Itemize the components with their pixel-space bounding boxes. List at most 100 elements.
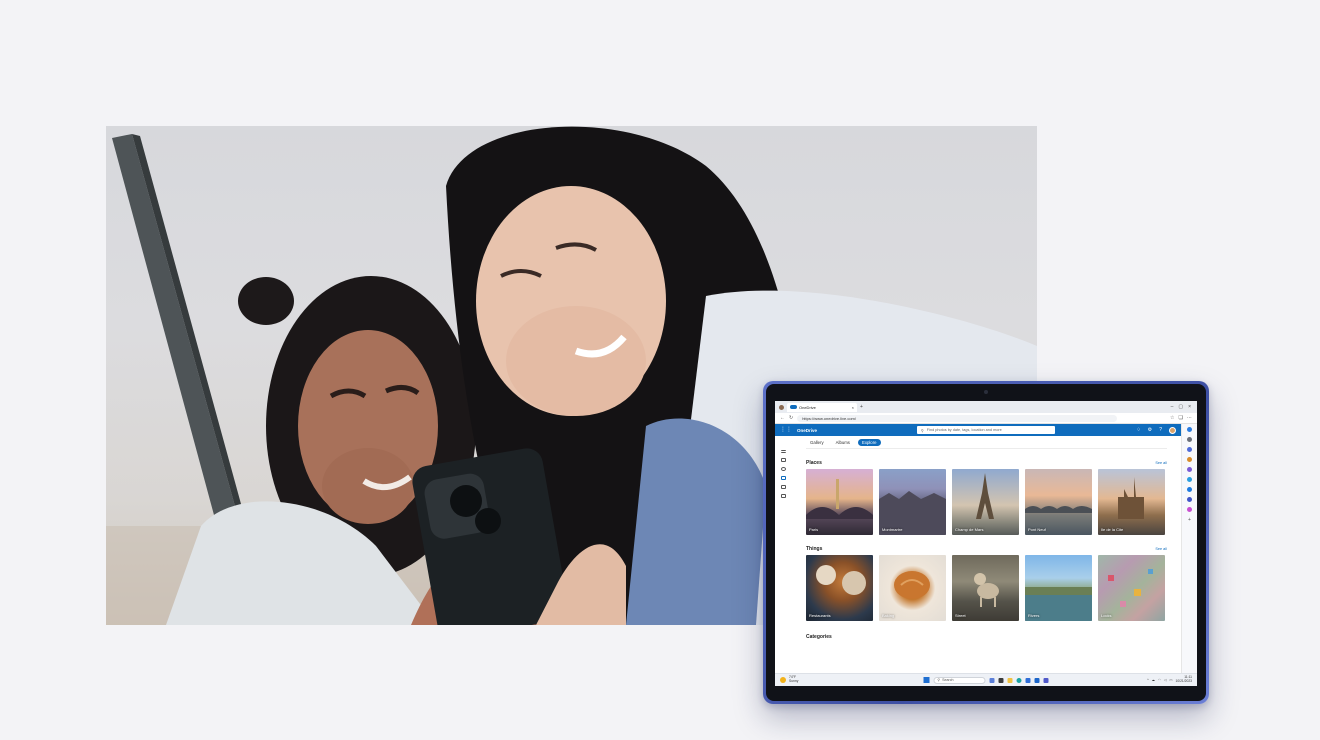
system-tray: ^ ☁ ◠ ◁ ▭ 11:11 10/21/2023 [1147,676,1192,683]
browser-tab-bar: OneDrive × + – ▢ × [775,401,1197,413]
see-all-things-link[interactable]: See all [1155,547,1167,551]
explore-content: Gallery Albums Explore Places See all Pa… [792,436,1181,673]
food-plates-illustration [816,565,866,595]
taskbar-search-label: Search [942,678,954,682]
avatar[interactable] [1169,426,1176,434]
eiffel-tower-illustration [976,473,994,519]
croissant-illustration [894,571,930,599]
rooftops-illustration [879,491,946,535]
place-tile-champ-de-mars[interactable]: Champ de Mars [952,469,1019,535]
browser-tab[interactable]: OneDrive × [787,402,857,412]
onedrive-header: ⋮⋮ OneDrive ⚲ Find photos by date, tags,… [775,424,1181,436]
teams-icon[interactable] [1187,497,1192,502]
outlook-icon[interactable] [1187,487,1192,492]
clock[interactable]: 11:11 10/21/2023 [1175,676,1192,683]
bridge-illustration [806,479,873,519]
tile-label: Restaurants [809,613,831,618]
taskbar-apps: ⚲ Search [923,676,1049,684]
teams-taskbar-icon[interactable] [1043,677,1049,683]
clock-date: 10/21/2023 [1175,679,1192,683]
copilot-icon[interactable] [1187,427,1192,432]
edge-sidebar: + [1181,424,1197,673]
files-icon[interactable] [781,458,786,462]
tablet-screen: OneDrive × + – ▢ × ← ↻ https://www.onedr… [775,401,1197,686]
battery-icon[interactable]: ▭ [1169,678,1172,682]
tools-icon[interactable] [1187,447,1192,452]
tile-label: Baking [882,613,895,618]
window-controls: – ▢ × [1171,404,1197,410]
designer-icon[interactable] [1187,507,1192,512]
place-tile-montmartre[interactable]: Montmartre [879,469,946,535]
file-explorer-icon[interactable] [1007,677,1013,683]
cloud-icon[interactable]: ☁ [1152,678,1155,682]
minimize-icon[interactable]: – [1171,404,1174,410]
outlook-taskbar-icon[interactable] [1034,677,1040,683]
app-launcher-icon[interactable]: ⋮⋮ [780,427,792,433]
weather-widget[interactable]: 74°F Sunny [780,676,798,683]
photos-icon[interactable] [781,476,786,480]
tile-label: Paris [809,527,819,532]
places-tiles: Paris Montmartre Champ de Mars Pont Neuf… [806,469,1167,535]
copilot-taskbar-icon[interactable] [989,677,995,683]
section-title: Things [806,546,823,552]
tab-gallery[interactable]: Gallery [806,439,828,446]
help-icon[interactable]: ? [1159,427,1162,433]
shared-icon[interactable] [781,485,786,489]
new-tab-icon[interactable]: + [860,404,863,410]
place-tile-ile-de-la-cite[interactable]: Ile de la Cite [1098,469,1165,535]
profile-icon[interactable] [779,404,784,410]
notifications-icon[interactable]: ♢ [1136,427,1140,433]
close-window-icon[interactable]: × [1188,404,1191,410]
more-icon[interactable]: ⋯ [1187,415,1192,421]
office-icon[interactable] [1187,477,1192,482]
url-field[interactable]: https://www.onedrive.live.com/ [797,414,1118,422]
categories-title: Categories [806,634,832,640]
recent-icon[interactable] [781,467,786,471]
river-bridge-illustration [1025,506,1092,513]
refresh-icon[interactable]: ↻ [789,415,793,421]
games-icon[interactable] [1187,467,1192,472]
thing-tile-baking[interactable]: Baking [879,555,946,621]
see-all-places-link[interactable]: See all [1155,461,1167,465]
thing-tile-locks[interactable]: Locks [1098,555,1165,621]
add-sidebar-app-icon[interactable]: + [1188,517,1191,523]
store-icon[interactable] [1025,677,1031,683]
camera-icon [984,390,988,394]
thing-tile-rivers[interactable]: Rivers [1025,555,1092,621]
app-title: OneDrive [797,427,818,433]
things-tiles: Restaurants Baking Street Rivers Locks [806,555,1167,621]
search-placeholder: Find photos by date, tags, location and … [926,428,1002,432]
tile-label: Ile de la Cite [1101,527,1124,532]
volume-icon[interactable]: ◁ [1164,678,1167,682]
photo-search-input[interactable]: ⚲ Find photos by date, tags, location an… [917,426,1056,434]
shopping-icon[interactable] [1187,457,1192,462]
taskbar-search[interactable]: ⚲ Search [933,676,986,684]
places-header: Places See all [806,459,1167,467]
tile-label: Montmartre [882,527,903,532]
love-locks-illustration [1108,569,1153,607]
tab-explore[interactable]: Explore [857,439,881,446]
tile-label: Locks [1101,613,1112,618]
menu-icon[interactable] [781,450,786,453]
collections-icon[interactable]: ❏ [1179,415,1183,421]
favorites-icon[interactable]: ☆ [1170,415,1174,421]
place-tile-pont-neuf[interactable]: Pont Neuf [1025,469,1092,535]
wifi-icon[interactable]: ◠ [1158,678,1161,682]
back-icon[interactable]: ← [780,415,785,421]
edge-icon[interactable] [1016,677,1022,683]
recycle-bin-icon[interactable] [781,494,786,498]
url-text: https://www.onedrive.live.com/ [802,415,857,421]
task-view-icon[interactable] [998,677,1004,683]
place-tile-paris[interactable]: Paris [806,469,873,535]
chevron-up-icon[interactable]: ^ [1147,678,1149,682]
windows-start-icon[interactable] [923,677,930,683]
thing-tile-restaurants[interactable]: Restaurants [806,555,873,621]
left-nav-rail [775,436,792,673]
thing-tile-street[interactable]: Street [952,555,1019,621]
tab-albums[interactable]: Albums [832,439,854,446]
address-bar: ← ↻ https://www.onedrive.live.com/ ☆ ❏ ⋯ [775,413,1197,424]
settings-icon[interactable]: ⚙ [1148,427,1152,433]
close-tab-icon[interactable]: × [852,405,854,410]
search-sidebar-icon[interactable] [1187,437,1192,442]
maximize-icon[interactable]: ▢ [1178,404,1183,410]
